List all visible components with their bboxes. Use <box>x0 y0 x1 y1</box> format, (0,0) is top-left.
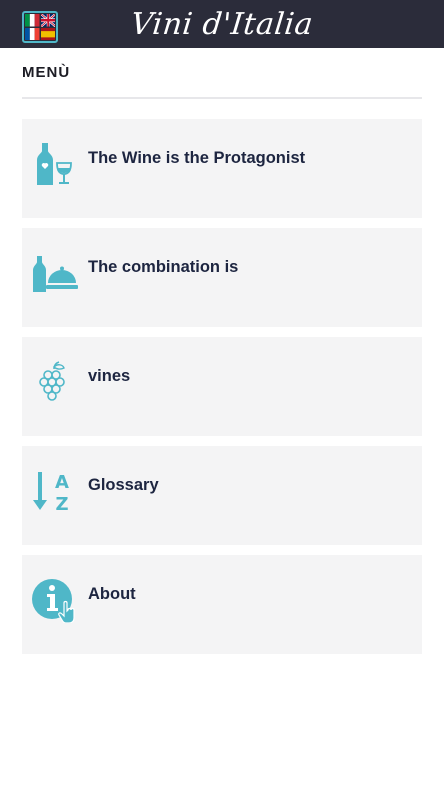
app-title: Vini d'Italia <box>129 7 315 42</box>
menu-list: The Wine is the Protagonist The combinat… <box>22 119 422 664</box>
menu-item-label: The combination is <box>88 258 239 276</box>
app-header: Vini d'Italia <box>0 0 444 48</box>
menu-item-label: Glossary <box>88 476 159 494</box>
sort-a-z-icon: A Z <box>32 468 78 514</box>
menu-item-label: The Wine is the Protagonist <box>88 149 306 167</box>
menu-item-vines[interactable]: vines <box>22 337 422 436</box>
divider <box>22 97 422 99</box>
wine-bottle-glass-icon <box>32 141 78 187</box>
menu-item-label: vines <box>88 367 131 385</box>
spain-flag-icon <box>40 27 55 40</box>
menu-item-wine-protagonist[interactable]: The Wine is the Protagonist <box>22 119 422 218</box>
menu-item-label: About <box>88 585 136 603</box>
language-selector-button[interactable] <box>22 11 58 43</box>
wine-food-pairing-icon <box>32 250 78 296</box>
menu-item-combination[interactable]: The combination is <box>22 228 422 327</box>
svg-text:A: A <box>55 472 69 493</box>
menu-item-glossary[interactable]: A Z Glossary <box>22 446 422 545</box>
italy-flag-icon <box>25 14 40 27</box>
france-flag-icon <box>25 27 40 40</box>
menu-heading: MENÙ <box>22 64 71 81</box>
uk-flag-icon <box>40 14 55 27</box>
svg-text:Z: Z <box>55 494 68 514</box>
grapes-icon <box>32 359 78 405</box>
info-touch-icon <box>32 577 78 623</box>
menu-item-about[interactable]: About <box>22 555 422 654</box>
